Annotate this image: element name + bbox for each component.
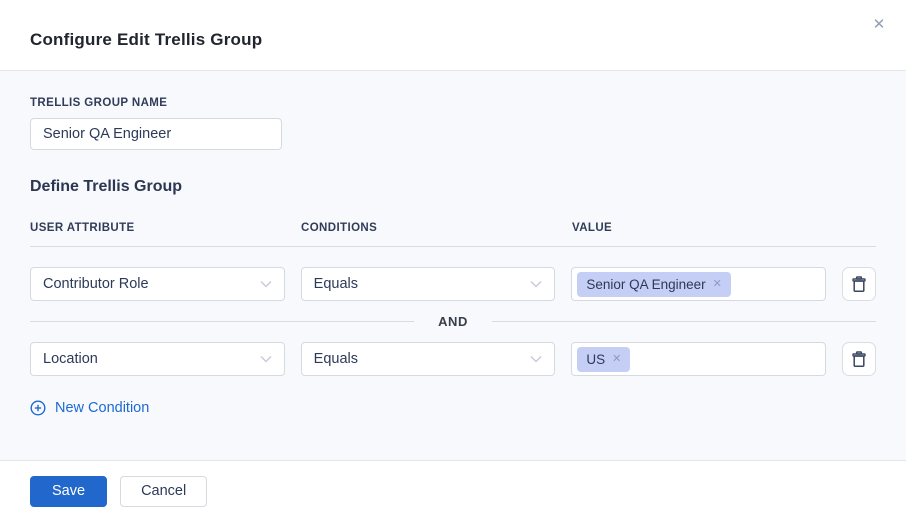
condition-select[interactable]: Equals xyxy=(301,267,556,301)
chevron-down-icon xyxy=(530,355,542,363)
delete-condition-button[interactable] xyxy=(842,267,876,301)
and-label: AND xyxy=(414,314,492,329)
new-condition-label: New Condition xyxy=(55,400,149,416)
chevron-down-icon xyxy=(260,280,272,288)
modal-footer: Save Cancel xyxy=(0,461,906,521)
conditions-column-header: CONDITIONS xyxy=(301,222,556,234)
configure-trellis-group-modal: Configure Edit Trellis Group ✕ TRELLIS G… xyxy=(0,0,906,521)
trash-icon xyxy=(851,351,867,368)
chevron-down-icon xyxy=(260,355,272,363)
trellis-group-name-field: TRELLIS GROUP NAME xyxy=(30,97,876,150)
define-trellis-group-heading: Define Trellis Group xyxy=(30,178,876,196)
plus-circle-icon xyxy=(30,400,46,416)
remove-tag-icon[interactable]: ✕ xyxy=(612,354,621,365)
chevron-down-icon xyxy=(530,280,542,288)
modal-body: TRELLIS GROUP NAME Define Trellis Group … xyxy=(0,71,906,461)
value-tag-label: Senior QA Engineer xyxy=(586,277,705,292)
and-separator: AND xyxy=(30,314,876,329)
condition-selected-value: Equals xyxy=(314,276,358,292)
user-attribute-select[interactable]: Contributor Role xyxy=(30,267,285,301)
value-tag: US ✕ xyxy=(577,347,630,372)
value-column-header: VALUE xyxy=(572,222,827,234)
separator-line xyxy=(30,321,414,322)
trellis-group-name-input[interactable] xyxy=(30,118,282,150)
user-attribute-selected-value: Contributor Role xyxy=(43,276,149,292)
user-attribute-selected-value: Location xyxy=(43,351,98,367)
cancel-button[interactable]: Cancel xyxy=(120,476,207,507)
new-condition-button[interactable]: New Condition xyxy=(30,400,149,416)
condition-select[interactable]: Equals xyxy=(301,342,556,376)
condition-selected-value: Equals xyxy=(314,351,358,367)
separator-line xyxy=(492,321,876,322)
delete-condition-button[interactable] xyxy=(842,342,876,376)
value-multiselect[interactable]: US ✕ xyxy=(571,342,826,376)
trellis-group-name-label: TRELLIS GROUP NAME xyxy=(30,97,876,109)
value-tag-label: US xyxy=(586,352,605,367)
value-tag: Senior QA Engineer ✕ xyxy=(577,272,731,297)
remove-tag-icon[interactable]: ✕ xyxy=(713,279,722,290)
conditions-column-headers: USER ATTRIBUTE CONDITIONS VALUE xyxy=(30,222,876,247)
value-multiselect[interactable]: Senior QA Engineer ✕ xyxy=(571,267,826,301)
user-attribute-column-header: USER ATTRIBUTE xyxy=(30,222,285,234)
modal-title: Configure Edit Trellis Group xyxy=(30,30,876,50)
condition-row: Contributor Role Equals Senior QA Engine… xyxy=(30,267,876,301)
close-icon[interactable]: ✕ xyxy=(867,13,891,37)
condition-row: Location Equals US ✕ xyxy=(30,342,876,376)
user-attribute-select[interactable]: Location xyxy=(30,342,285,376)
trash-icon xyxy=(851,276,867,293)
save-button[interactable]: Save xyxy=(30,476,107,507)
modal-header: Configure Edit Trellis Group ✕ xyxy=(0,0,906,71)
